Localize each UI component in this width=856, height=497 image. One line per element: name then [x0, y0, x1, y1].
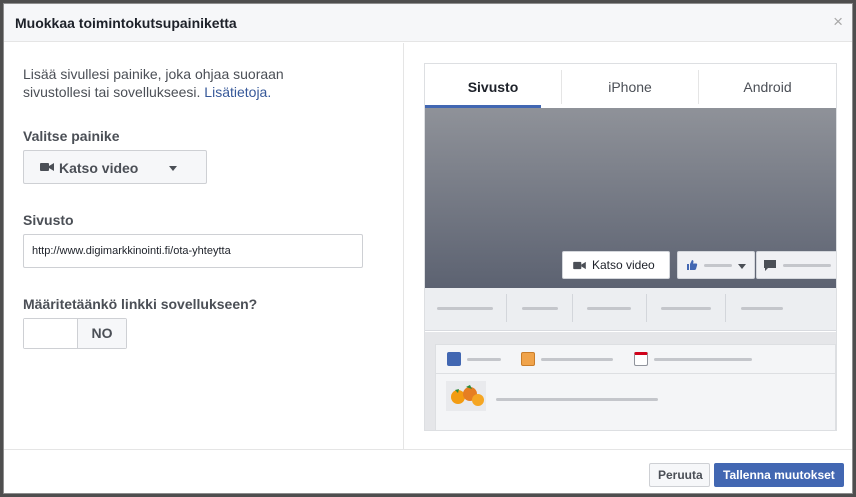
toggle-state: NO	[78, 319, 126, 348]
placeholder-bar	[467, 358, 501, 361]
calendar-icon	[634, 352, 648, 366]
learn-more-link[interactable]: Lisätietoja.	[204, 84, 271, 100]
placeholder-bar	[587, 307, 631, 310]
speech-bubble-icon	[764, 260, 776, 271]
video-camera-icon	[40, 163, 54, 171]
chevron-down-icon	[169, 166, 177, 171]
cancel-button[interactable]: Peruuta	[649, 463, 710, 487]
page-preview: Sivusto iPhone Android Katso video	[424, 63, 837, 431]
placeholder-bar	[704, 264, 732, 267]
preview-tabs: Sivusto iPhone Android	[425, 64, 836, 108]
message-button-placeholder	[756, 251, 836, 279]
edit-cta-dialog: Muokkaa toimintokutsupainiketta × Lisää …	[3, 3, 853, 494]
close-icon[interactable]: ×	[833, 13, 843, 31]
chevron-down-icon	[738, 264, 746, 269]
nav-divider	[725, 294, 726, 322]
preview-panel: Sivusto iPhone Android Katso video	[404, 43, 852, 449]
video-camera-icon	[573, 261, 586, 270]
feed-placeholder	[425, 332, 836, 430]
settings-panel: Lisää sivullesi painike, joka ohjaa suor…	[4, 43, 403, 449]
composer-placeholder	[435, 344, 836, 430]
tab-android[interactable]: Android	[699, 64, 836, 108]
placeholder-bar	[496, 398, 658, 401]
choose-button-label: Valitse painike	[23, 128, 120, 144]
toggle-knob	[24, 319, 78, 348]
tab-iphone[interactable]: iPhone	[562, 64, 698, 108]
pencil-icon	[447, 352, 461, 366]
intro-text: Lisää sivullesi painike, joka ohjaa suor…	[23, 65, 323, 101]
thumbs-up-icon	[687, 260, 698, 270]
website-url-input[interactable]	[23, 234, 363, 268]
dialog-footer: Peruuta Tallenna muutokset	[4, 449, 852, 493]
dialog-header: Muokkaa toimintokutsupainiketta ×	[4, 4, 852, 42]
placeholder-bar	[522, 307, 558, 310]
tab-sivusto[interactable]: Sivusto	[425, 64, 561, 108]
dialog-title: Muokkaa toimintokutsupainiketta	[15, 15, 237, 31]
button-type-select[interactable]: Katso video	[23, 150, 207, 184]
placeholder-bar	[437, 307, 493, 310]
nav-divider	[506, 294, 507, 322]
photo-icon	[521, 352, 535, 366]
save-button[interactable]: Tallenna muutokset	[714, 463, 844, 487]
page-nav-placeholder	[425, 288, 836, 331]
button-type-value: Katso video	[59, 160, 139, 176]
app-link-toggle[interactable]: NO	[23, 318, 127, 349]
cover-photo-placeholder: Katso video	[425, 108, 836, 288]
nav-divider	[572, 294, 573, 322]
website-label: Sivusto	[23, 212, 74, 228]
composer-header	[436, 345, 835, 374]
placeholder-bar	[541, 358, 613, 361]
placeholder-bar	[661, 307, 711, 310]
page-avatar-oranges	[446, 381, 486, 411]
placeholder-bar	[783, 264, 831, 267]
app-link-label: Määritetäänkö linkki sovellukseen?	[23, 296, 258, 312]
placeholder-bar	[654, 358, 752, 361]
nav-divider	[646, 294, 647, 322]
preview-cta-button: Katso video	[562, 251, 670, 279]
placeholder-bar	[741, 307, 783, 310]
preview-cta-label: Katso video	[592, 258, 655, 272]
like-button-placeholder	[677, 251, 755, 279]
